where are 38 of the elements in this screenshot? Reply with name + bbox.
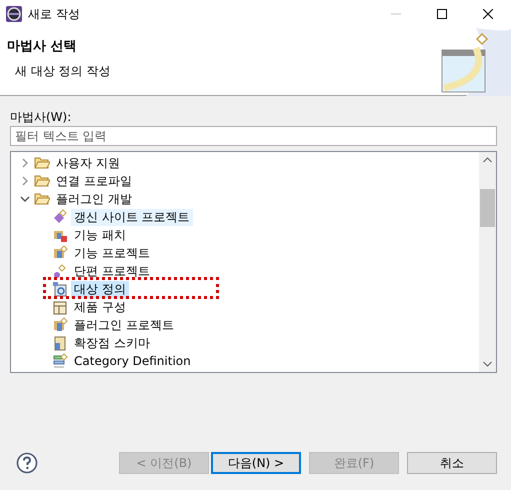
scrollbar[interactable] xyxy=(479,152,496,372)
app-icon xyxy=(6,6,22,22)
gem-icon xyxy=(52,209,68,225)
tree-item[interactable]: 연결 프로파일 xyxy=(53,172,135,190)
sparkle-icon xyxy=(52,263,68,279)
table-icon xyxy=(52,299,68,315)
help-icon[interactable] xyxy=(16,452,38,474)
wizard-button[interactable]: 다음(N) > xyxy=(211,452,301,474)
wizard-button[interactable]: 취소 xyxy=(407,452,497,474)
tree-item[interactable]: 플러그인 개발 xyxy=(53,190,135,208)
scroll-down-icon[interactable] xyxy=(483,361,492,367)
page-title: 마법사 선택 xyxy=(7,38,78,56)
close-icon[interactable] xyxy=(483,9,493,19)
tree-item[interactable]: 기능 패치 xyxy=(71,226,129,244)
window-title: 새로 작성 xyxy=(28,6,80,23)
tree-item[interactable]: Category Definition xyxy=(71,352,194,370)
tree-item[interactable]: 단편 프로젝트 xyxy=(71,262,153,280)
document-icon xyxy=(52,335,68,351)
folder-icon xyxy=(34,192,50,206)
plug-icon xyxy=(52,317,68,333)
scrollbar-thumb[interactable] xyxy=(480,189,495,227)
wizard-label: 마법사(W): xyxy=(10,109,72,123)
page-description: 새 대상 정의 작성 xyxy=(15,62,110,80)
maximize-icon[interactable] xyxy=(437,9,447,19)
target-icon xyxy=(52,281,68,297)
scroll-up-icon[interactable] xyxy=(483,157,492,163)
folder-icon xyxy=(34,156,50,170)
list-icon xyxy=(52,353,68,369)
tree-item[interactable]: 사용자 지원 xyxy=(53,154,123,172)
tree-item[interactable]: 제품 구성 xyxy=(71,298,129,316)
package-icon xyxy=(52,245,68,261)
tree-item[interactable]: 갱신 사이트 프로젝트 xyxy=(71,208,193,226)
tree-item[interactable]: 확장점 스키마 xyxy=(71,334,153,352)
tree-item[interactable]: 기능 프로젝트 xyxy=(71,244,153,262)
folder-icon xyxy=(34,174,50,188)
tree-item[interactable]: 플러그인 프로젝트 xyxy=(71,316,177,334)
tree-item[interactable]: 대상 정의 xyxy=(71,280,129,298)
filter-field[interactable]: 필터 텍스트 입력 xyxy=(10,126,497,146)
